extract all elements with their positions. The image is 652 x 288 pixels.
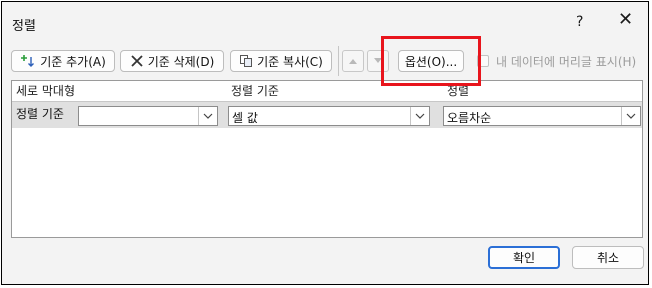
arrow-up-icon <box>348 54 358 68</box>
delete-x-icon <box>130 54 144 68</box>
copy-level-button[interactable]: 기준 복사(C) <box>230 50 332 72</box>
dialog-title: 정렬 <box>12 19 36 34</box>
move-up-button[interactable] <box>342 50 364 72</box>
order-combobox[interactable]: 오름차순 <box>443 106 641 126</box>
column-header-column: 세로 막대형 <box>16 84 76 98</box>
delete-level-button[interactable]: 기준 삭제(D) <box>120 50 224 72</box>
sort-on-value: 셀 값 <box>232 111 258 125</box>
copy-level-label: 기준 복사(C) <box>257 54 323 69</box>
add-level-icon <box>20 54 36 68</box>
sort-on-combobox[interactable]: 셀 값 <box>228 106 430 126</box>
chevron-down-icon[interactable] <box>198 107 217 125</box>
add-level-button[interactable]: 기준 추가(A) <box>11 50 115 72</box>
sort-level-label: 정렬 기준 <box>16 107 64 121</box>
headers-checkbox-label: 내 데이터에 머리글 표시(H) <box>496 55 637 69</box>
column-combobox[interactable] <box>78 106 218 126</box>
column-header-sort-on: 정렬 기준 <box>231 84 279 98</box>
close-button[interactable]: ✕ <box>618 11 633 29</box>
chevron-down-icon[interactable] <box>621 107 640 125</box>
title-bar: 정렬 ? ✕ <box>2 2 648 40</box>
ok-button[interactable]: 확인 <box>488 246 560 269</box>
copy-icon <box>239 54 253 68</box>
ok-label: 확인 <box>512 251 536 265</box>
help-button[interactable]: ? <box>576 14 583 30</box>
cancel-label: 취소 <box>596 251 620 265</box>
toolbar-separator <box>338 46 339 76</box>
chevron-down-icon[interactable] <box>410 107 429 125</box>
order-value: 오름차순 <box>447 111 492 125</box>
cancel-button[interactable]: 취소 <box>572 246 644 269</box>
highlight-box <box>381 36 481 86</box>
add-level-label: 기준 추가(A) <box>40 54 106 69</box>
delete-level-label: 기준 삭제(D) <box>147 54 215 69</box>
sort-levels-grid: 세로 막대형 정렬 기준 정렬 정렬 기준 셀 값 오름차순 <box>11 80 643 238</box>
sort-dialog: 정렬 ? ✕ 기준 추가(A) 기준 삭제(D) 기준 복사(C) 옵션(O).… <box>1 1 649 285</box>
